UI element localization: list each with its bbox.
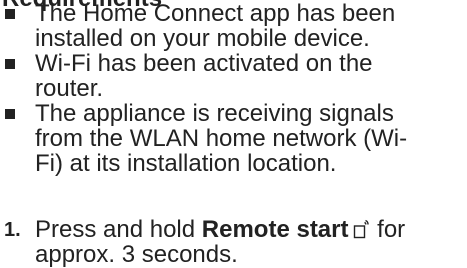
requirement-text: The Home Connect app has been installed …: [35, 0, 396, 52]
requirement-text: The appliance is receiving signals from …: [35, 100, 408, 177]
instruction-step: 1. Press and hold Remote start for approx…: [0, 217, 467, 267]
step-text: Press and hold Remote start for approx. 3…: [0, 217, 467, 267]
step-number: 1.: [4, 219, 21, 241]
square-bullet-icon: [5, 59, 15, 69]
step-text-before: Press and hold: [35, 216, 202, 243]
step-text-line2: approx. 3 seconds.: [35, 241, 238, 268]
square-bullet-icon: [5, 109, 15, 119]
list-item: Wi-Fi has been activated on the router.: [0, 51, 467, 101]
square-bullet-icon: [5, 9, 15, 19]
list-item: The Home Connect app has been installed …: [0, 1, 467, 51]
requirements-list: The Home Connect app has been installed …: [0, 1, 467, 176]
step-text-after: for: [370, 216, 406, 243]
requirement-text: Wi-Fi has been activated on the router.: [35, 50, 373, 102]
remote-start-icon: [353, 219, 369, 239]
list-item: The appliance is receiving signals from …: [0, 101, 467, 176]
remote-start-label: Remote start: [201, 216, 349, 243]
